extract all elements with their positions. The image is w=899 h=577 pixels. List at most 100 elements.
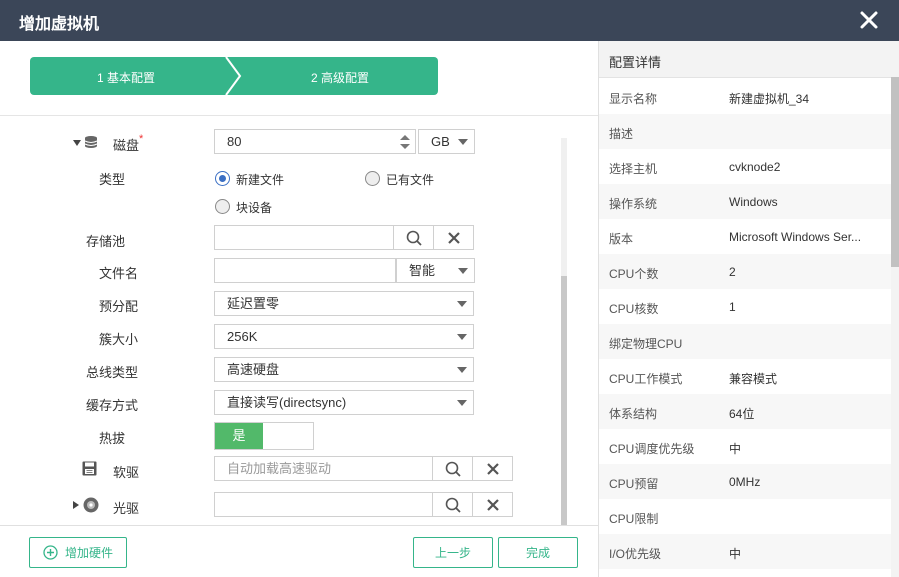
prealloc-value: 延迟置零 [227, 296, 280, 311]
floppy-search-button[interactable] [432, 456, 473, 481]
cdrom-icon [83, 497, 99, 513]
detail-row: CPU工作模式 兼容模式 [599, 359, 891, 394]
prev-step-button[interactable]: 上一步 [413, 537, 493, 568]
detail-key: 选择主机 [609, 162, 658, 176]
step-arrow-icon [222, 57, 246, 95]
detail-key: CPU预留 [609, 477, 659, 491]
cluster-value: 256K [227, 329, 258, 344]
config-form-pane: 1 基本配置 2 高级配置 磁盘 * 80 GB 类型 新建文件 已有文件 块设… [0, 41, 598, 577]
detail-key: 操作系统 [609, 197, 658, 211]
finish-label: 完成 [525, 546, 550, 560]
filename-label: 文件名 [99, 266, 139, 281]
chevron-down-icon [457, 367, 467, 373]
detail-key: CPU工作模式 [609, 372, 683, 386]
chevron-down-icon [457, 400, 467, 406]
cdrom-clear-button[interactable] [472, 492, 513, 517]
cluster-select[interactable]: 256K [214, 324, 474, 349]
floppy-clear-button[interactable] [472, 456, 513, 481]
detail-row: 显示名称 新建虚拟机_34 [599, 79, 891, 114]
cluster-label: 簇大小 [99, 332, 139, 347]
filename-input[interactable] [214, 258, 396, 283]
cache-label: 缓存方式 [86, 398, 139, 413]
detail-key: 体系结构 [609, 407, 658, 421]
floppy-icon [82, 461, 97, 476]
filename-mode-value: 智能 [409, 263, 436, 278]
floppy-input[interactable]: 自动加载高速驱动 [214, 456, 433, 481]
radio-block-device[interactable] [215, 199, 230, 214]
pool-input[interactable] [214, 225, 394, 250]
detail-key: CPU调度优先级 [609, 442, 695, 456]
floppy-placeholder: 自动加载高速驱动 [227, 461, 332, 476]
step-advanced-label: 2 高级配置 [311, 71, 370, 85]
detail-row: CPU核数 1 [599, 289, 891, 324]
cdrom-search-button[interactable] [432, 492, 473, 517]
detail-value: cvknode2 [729, 160, 781, 174]
hardware-form: 磁盘 * 80 GB 类型 新建文件 已有文件 块设备 存储池 文件名 智能 预… [0, 117, 570, 525]
dialog-footer: 增加硬件 上一步 完成 [0, 525, 598, 577]
cache-select[interactable]: 直接读写(directsync) [214, 390, 474, 415]
search-icon [406, 230, 422, 246]
form-scrollbar-thumb[interactable] [561, 276, 567, 525]
required-mark: * [139, 133, 144, 145]
disk-unit-select[interactable]: GB [418, 129, 475, 154]
dialog-title: 增加虚拟机 [19, 16, 100, 33]
detail-value: 中 [729, 442, 742, 456]
plus-circle-icon [43, 545, 58, 560]
bus-select[interactable]: 高速硬盘 [214, 357, 474, 382]
radio-existing-file-label: 已有文件 [386, 173, 435, 187]
radio-existing-file[interactable] [365, 171, 380, 186]
expand-icon[interactable] [73, 501, 79, 509]
detail-row: 操作系统 Windows [599, 184, 891, 219]
pool-label: 存储池 [86, 234, 126, 249]
detail-key: CPU核数 [609, 302, 659, 316]
radio-new-file-label: 新建文件 [236, 173, 285, 187]
detail-row: 描述 [599, 114, 891, 149]
search-icon [445, 497, 461, 513]
detail-row: 选择主机 cvknode2 [599, 149, 891, 184]
finish-button[interactable]: 完成 [498, 537, 578, 568]
cdrom-input[interactable] [214, 492, 433, 517]
radio-new-file[interactable] [215, 171, 230, 186]
disk-label: 磁盘 [113, 138, 140, 153]
config-details-panel: 配置详情 显示名称 新建虚拟机_34 描述选择主机 cvknode2 操作系统 Windo… [598, 41, 899, 577]
radio-block-device-label: 块设备 [236, 201, 273, 215]
detail-key: 描述 [609, 127, 634, 141]
disk-size-value: 80 [227, 134, 242, 149]
detail-row: CPU个数 2 [599, 254, 891, 289]
clear-icon [486, 462, 499, 475]
floppy-label: 软驱 [113, 465, 140, 480]
prealloc-select[interactable]: 延迟置零 [214, 291, 474, 316]
chevron-down-icon [457, 301, 467, 307]
bus-value: 高速硬盘 [227, 362, 280, 377]
stepper-icon[interactable] [399, 133, 411, 151]
hotplug-label: 热拔 [99, 431, 126, 446]
bus-label: 总线类型 [86, 365, 139, 380]
close-icon[interactable] [857, 8, 881, 32]
search-icon [445, 461, 461, 477]
pool-search-button[interactable] [393, 225, 434, 250]
pool-clear-button[interactable] [433, 225, 474, 250]
clear-icon [447, 231, 460, 244]
detail-key: CPU限制 [609, 512, 659, 526]
add-hardware-button[interactable]: 增加硬件 [29, 537, 127, 568]
details-title: 配置详情 [609, 55, 662, 70]
prev-step-label: 上一步 [434, 546, 471, 560]
chevron-down-icon [458, 268, 468, 274]
prealloc-label: 预分配 [99, 299, 139, 314]
clear-icon [486, 498, 499, 511]
hotplug-toggle[interactable]: 是 [214, 422, 314, 450]
detail-key: 绑定物理CPU [609, 337, 683, 351]
detail-row: 体系结构 64位 [599, 394, 891, 429]
detail-key: 版本 [609, 232, 634, 246]
collapse-icon[interactable] [73, 140, 81, 146]
disk-size-input[interactable]: 80 [214, 129, 416, 154]
detail-value: 64位 [729, 407, 755, 421]
wizard-steps: 1 基本配置 2 高级配置 [0, 41, 598, 116]
dialog-titlebar: 增加虚拟机 [0, 0, 899, 41]
chevron-down-icon [458, 139, 468, 145]
detail-value: 2 [729, 265, 736, 279]
details-scrollbar-thumb[interactable] [891, 77, 899, 267]
detail-value: 0MHz [729, 475, 761, 489]
detail-key: CPU个数 [609, 267, 659, 281]
filename-mode-select[interactable]: 智能 [396, 258, 475, 283]
